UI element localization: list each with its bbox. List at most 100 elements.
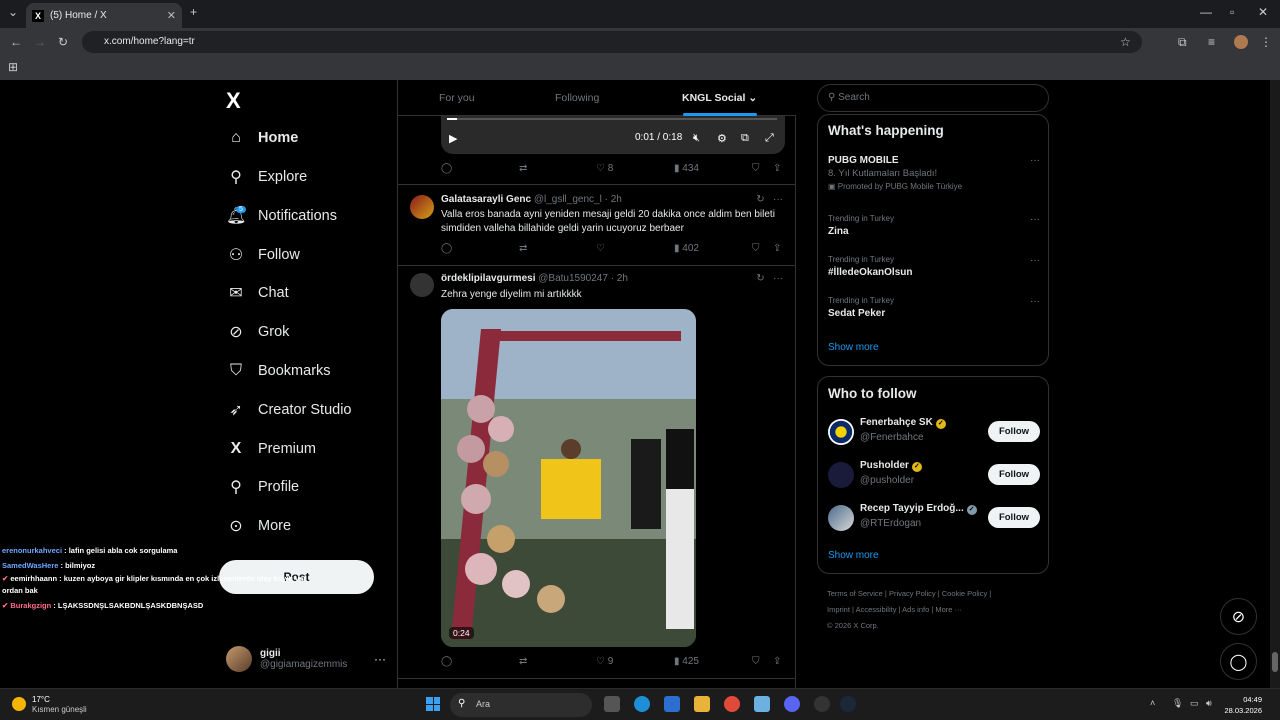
- trend-options-icon[interactable]: ···: [1030, 155, 1040, 166]
- mute-icon[interactable]: 🔇︎: [693, 132, 700, 145]
- trend-options-icon[interactable]: ···: [1030, 255, 1040, 266]
- tweet-author[interactable]: Galatasarayli Genc: [441, 194, 531, 205]
- tab-search-icon[interactable]: ⌄: [8, 5, 18, 19]
- volume-icon[interactable]: 🔊︎: [1206, 698, 1212, 709]
- profile-avatar-icon[interactable]: [1234, 35, 1248, 49]
- tweet-options-icon[interactable]: ↻ ···: [756, 273, 783, 284]
- share-icon[interactable]: ⇪: [773, 163, 781, 174]
- back-icon[interactable]: ←: [10, 35, 22, 49]
- follow-button[interactable]: Follow: [988, 507, 1040, 528]
- footer-link-row[interactable]: Terms of Service | Privacy Policy | Cook…: [827, 586, 1027, 602]
- tweet-video[interactable]: 0:24: [441, 309, 696, 647]
- reading-list-icon[interactable]: ≡: [1208, 35, 1215, 49]
- maximize-icon[interactable]: ▫: [1230, 5, 1234, 19]
- menu-icon[interactable]: ⋮: [1260, 35, 1272, 49]
- app-icon[interactable]: [814, 696, 830, 712]
- grok-fab-icon[interactable]: ⊘: [1220, 598, 1257, 635]
- tweet-options-icon[interactable]: ↻ ···: [756, 194, 783, 205]
- like-icon[interactable]: ♡ 9: [596, 656, 613, 667]
- trend-item[interactable]: Trending in Turkey Sedat Peker ···: [828, 296, 1040, 319]
- share-icon[interactable]: ⇪: [773, 243, 781, 254]
- minimize-icon[interactable]: —: [1200, 5, 1212, 19]
- nav-more[interactable]: ⊙ More: [226, 512, 291, 540]
- tweet-handle[interactable]: @l_gsll_genc_l: [534, 194, 602, 205]
- reply-icon[interactable]: ◯: [441, 243, 452, 254]
- trend-item[interactable]: PUBG MOBILE 8. Yıl Kutlamaları Başladı! …: [828, 155, 1040, 191]
- views-icon[interactable]: ▮ 434: [674, 163, 699, 174]
- taskbar-search[interactable]: ⚲ Ara: [450, 693, 592, 717]
- trend-options-icon[interactable]: ···: [1030, 296, 1040, 307]
- bookmark-star-icon[interactable]: ☆: [1120, 35, 1131, 49]
- views-icon[interactable]: ▮ 402: [674, 243, 699, 254]
- page-scrollbar[interactable]: [1270, 80, 1280, 688]
- nav-follow[interactable]: ⚇ Follow: [226, 241, 300, 269]
- follow-suggestion[interactable]: Fenerbahçe SK ✓ @Fenerbahce Follow: [828, 417, 1040, 447]
- new-tab-icon[interactable]: +: [190, 5, 197, 19]
- chrome-icon[interactable]: [724, 696, 740, 712]
- video-progress-bar[interactable]: [447, 118, 777, 120]
- bookmark-icon[interactable]: ⛉: [752, 656, 760, 667]
- nav-explore[interactable]: ⚲ Explore: [226, 163, 307, 191]
- tab-for-you[interactable]: For you: [439, 92, 475, 104]
- retweet-icon[interactable]: ⇄: [519, 243, 527, 254]
- close-window-icon[interactable]: ✕: [1258, 5, 1268, 19]
- show-more-link[interactable]: Show more: [828, 550, 879, 561]
- nav-chat[interactable]: ✉ Chat: [226, 279, 288, 307]
- edge-icon[interactable]: [634, 696, 650, 712]
- weather-widget[interactable]: 17°C Kısmen güneşli: [12, 695, 87, 715]
- bookmark-icon[interactable]: ⛉: [752, 163, 760, 174]
- follow-suggestion[interactable]: Pusholder ✓ @pusholder Follow: [828, 460, 1040, 490]
- tab-kngl-social[interactable]: KNGL Social ⌄: [682, 92, 757, 104]
- messages-fab-icon[interactable]: ◯: [1220, 643, 1257, 680]
- retweet-icon[interactable]: ⇄: [519, 656, 527, 667]
- follow-button[interactable]: Follow: [988, 421, 1040, 442]
- play-icon[interactable]: ▶: [449, 132, 457, 145]
- follow-suggestion[interactable]: Recep Tayyip Erdoğ... ✓ @RTErdogan Follow: [828, 503, 1040, 533]
- nav-premium[interactable]: X Premium: [226, 435, 316, 463]
- task-view-icon[interactable]: [604, 696, 620, 712]
- follow-button[interactable]: Follow: [988, 464, 1040, 485]
- search-input[interactable]: ⚲ Search: [817, 84, 1049, 112]
- store-icon[interactable]: [664, 696, 680, 712]
- reload-icon[interactable]: ↻: [58, 35, 68, 49]
- nav-grok[interactable]: ⊘ Grok: [226, 318, 289, 346]
- app-icon[interactable]: [754, 696, 770, 712]
- tweet-author[interactable]: ördeklipilavgurmesi: [441, 273, 535, 284]
- avatar[interactable]: [410, 273, 434, 297]
- extensions-icon[interactable]: ⧉: [1178, 35, 1187, 50]
- browser-tab[interactable]: X (5) Home / X ✕: [26, 3, 182, 28]
- tweet-time[interactable]: · 2h: [611, 273, 628, 284]
- apps-grid-icon[interactable]: ⊞: [8, 60, 18, 74]
- footer-link-row[interactable]: Imprint | Accessibility | Ads info | Mor…: [827, 602, 1027, 618]
- tab-following[interactable]: Following: [555, 92, 599, 104]
- show-more-link[interactable]: Show more: [828, 342, 879, 353]
- retweet-icon[interactable]: ⇄: [519, 163, 527, 174]
- mic-icon[interactable]: 🎙︎: [1172, 698, 1183, 709]
- tray-chevron-icon[interactable]: ˄: [1150, 698, 1155, 708]
- fullscreen-icon[interactable]: ⤢: [765, 132, 774, 145]
- file-explorer-icon[interactable]: [694, 696, 710, 712]
- forward-icon[interactable]: →: [34, 35, 46, 49]
- nav-home[interactable]: ⌂ Home: [226, 124, 298, 152]
- url-field[interactable]: x.com/home?lang=tr: [82, 31, 1142, 53]
- nav-notifications[interactable]: 🔔︎ 5 Notifications: [226, 202, 337, 230]
- trend-options-icon[interactable]: ···: [1030, 214, 1040, 225]
- share-icon[interactable]: ⇪: [773, 656, 781, 667]
- tweet-time[interactable]: · 2h: [605, 194, 622, 205]
- like-icon[interactable]: ♡ 8: [596, 163, 613, 174]
- pip-icon[interactable]: ⧉: [741, 132, 749, 145]
- views-icon[interactable]: ▮ 425: [674, 656, 699, 667]
- nav-creator-studio[interactable]: ➶ Creator Studio: [226, 396, 351, 424]
- windows-start-icon[interactable]: [426, 697, 440, 711]
- network-icon[interactable]: ▭: [1190, 698, 1199, 709]
- steam-icon[interactable]: [840, 696, 856, 712]
- account-switcher[interactable]: gigii @gigiamagizemmis ···: [226, 642, 386, 676]
- reply-icon[interactable]: ◯: [441, 163, 452, 174]
- trend-item[interactable]: Trending in Turkey #İlledeOkanOlsun ···: [828, 255, 1040, 278]
- like-icon[interactable]: ♡: [596, 243, 605, 254]
- trend-item[interactable]: Trending in Turkey Zina ···: [828, 214, 1040, 237]
- settings-icon[interactable]: ⚙: [717, 132, 727, 145]
- nav-bookmarks[interactable]: ⛉ Bookmarks: [226, 357, 331, 385]
- avatar[interactable]: [410, 195, 434, 219]
- video-player[interactable]: ▶ 0:01 / 0:18 🔇︎ ⚙ ⧉ ⤢: [441, 116, 785, 154]
